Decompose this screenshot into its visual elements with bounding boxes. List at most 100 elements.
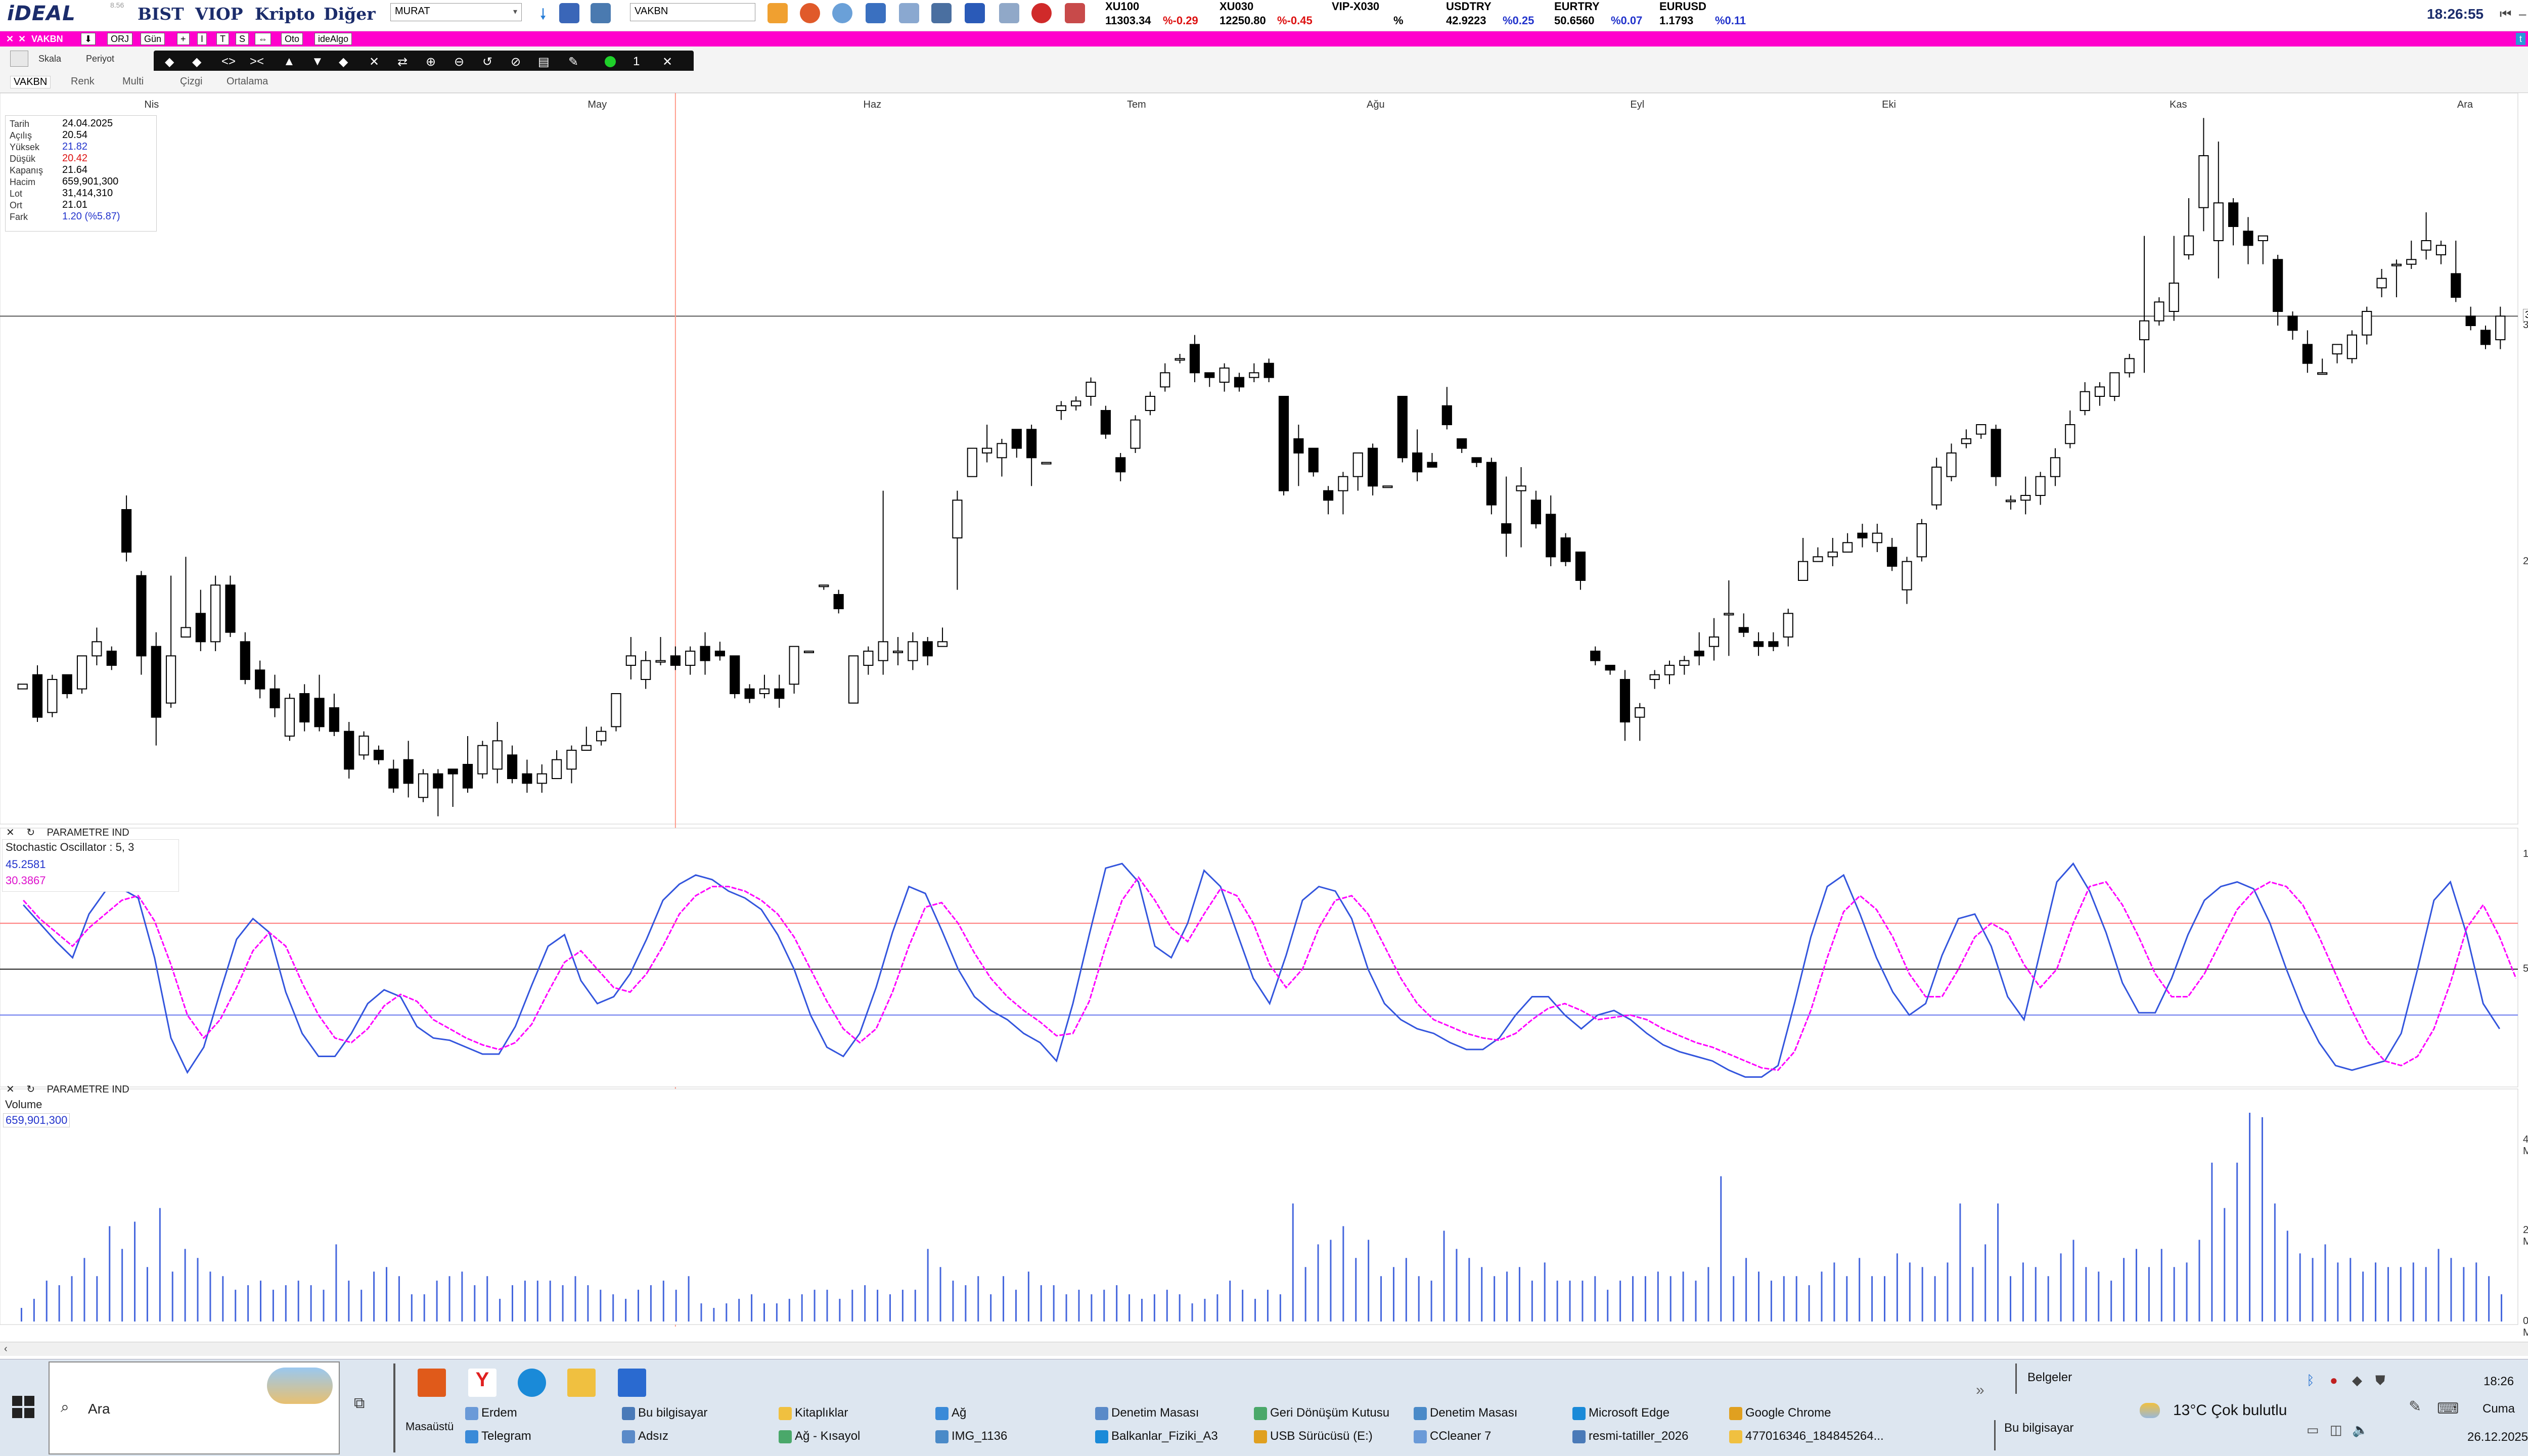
ideal-app-icon[interactable] <box>418 1369 446 1397</box>
taskbar-shortcut[interactable]: Telegram <box>465 1429 617 1445</box>
task-view-icon[interactable]: ⧉ <box>354 1395 365 1412</box>
down-icon[interactable]: ▼ <box>311 55 324 69</box>
symbol-label[interactable]: VAKBN <box>28 33 66 45</box>
belgeler-toolbar[interactable]: Belgeler <box>2027 1371 2072 1385</box>
btn-gun[interactable]: Gün <box>141 33 165 45</box>
refresh-icon[interactable]: ✕ <box>15 33 29 45</box>
tray-icon[interactable]: ◆ <box>2352 1373 2362 1388</box>
trash-icon[interactable]: ▤ <box>538 55 550 69</box>
menu-viop[interactable]: VIOP <box>195 4 243 24</box>
yandex-icon[interactable]: Y <box>468 1369 496 1397</box>
bluetooth-icon[interactable]: ᛒ <box>2307 1373 2315 1388</box>
line-chart-icon[interactable] <box>899 3 919 23</box>
taskbar-shortcut[interactable]: Ağ <box>935 1406 1087 1422</box>
taskbar-shortcut[interactable]: CCleaner 7 <box>1414 1429 1565 1445</box>
tools-icon[interactable] <box>1065 3 1085 23</box>
volume-header-text[interactable]: PARAMETRE IND <box>47 1084 129 1095</box>
desktop-label[interactable]: Masaüstü <box>405 1420 454 1433</box>
close-icon[interactable]: ✕ <box>662 55 672 69</box>
taskbar-shortcut[interactable]: Erdem <box>465 1406 617 1422</box>
opt-cizgi[interactable]: Çizgi <box>180 76 202 87</box>
taskbar-shortcut[interactable]: resmi-tatiller_2026 <box>1572 1429 1724 1445</box>
taskbar-search[interactable]: ⌕ Ara <box>49 1361 340 1454</box>
taskbar-shortcut[interactable]: Google Chrome <box>1729 1406 1881 1422</box>
up-icon[interactable]: ▲ <box>283 55 295 69</box>
pie-chart-icon[interactable] <box>800 3 820 23</box>
pen-icon[interactable]: ✎ <box>568 55 578 69</box>
arrow-right-icon[interactable]: ◆ <box>192 55 201 69</box>
book-icon[interactable] <box>965 3 985 23</box>
stoch-header-text[interactable]: PARAMETRE IND <box>47 827 129 838</box>
collapse-icon[interactable]: >< <box>250 55 264 69</box>
print-icon[interactable] <box>10 51 28 67</box>
opt-multi[interactable]: Multi <box>122 76 144 87</box>
back-icon[interactable]: ⏮ <box>2500 6 2511 22</box>
zoom-in-icon[interactable]: ⊕ <box>426 55 436 69</box>
taskbar-date[interactable]: 26.12.2025 <box>2467 1430 2528 1444</box>
taskbar-time[interactable]: 18:26 <box>2484 1375 2514 1389</box>
menu-kripto[interactable]: Kripto <box>255 4 315 24</box>
taskbar-shortcut[interactable]: Denetim Masası <box>1414 1406 1565 1422</box>
zoom-out-icon[interactable]: ⊖ <box>454 55 464 69</box>
taskbar-day[interactable]: Cuma <box>2482 1402 2515 1416</box>
table-icon[interactable] <box>866 3 886 23</box>
download-icon[interactable]: 🠗 <box>533 3 553 23</box>
expand-icon[interactable]: <> <box>221 55 236 69</box>
menu-bist[interactable]: BIST <box>138 4 184 24</box>
btn-i[interactable]: I <box>197 33 207 45</box>
photos-icon[interactable] <box>618 1369 646 1397</box>
security-icon[interactable]: ⛊ <box>2375 1373 2385 1389</box>
refresh-icon[interactable]: ↻ <box>26 827 35 838</box>
monitor-icon[interactable] <box>591 3 611 23</box>
taskbar-shortcut[interactable]: Denetim Masası <box>1095 1406 1247 1422</box>
close-icon[interactable]: ✕ <box>6 1084 15 1095</box>
scroll-left-icon[interactable]: ‹ <box>4 1343 8 1355</box>
arrow-left-icon[interactable]: ◆ <box>165 55 174 69</box>
refresh-icon[interactable]: ↻ <box>26 1084 35 1095</box>
taskbar-shortcut[interactable]: Balkanlar_Fiziki_A3 <box>1095 1429 1247 1445</box>
minimize-button[interactable]: – <box>2519 6 2526 22</box>
weather-text[interactable]: 13°C Çok bulutlu <box>2173 1402 2287 1419</box>
opt-periyot[interactable]: Periyot <box>86 54 114 64</box>
btn-t[interactable]: T <box>216 33 229 45</box>
twitter-icon[interactable]: t <box>2516 33 2526 45</box>
link-icon[interactable]: ⇔ <box>255 33 271 45</box>
horizontal-scrollbar[interactable]: ‹ › <box>0 1342 2528 1356</box>
bu-bilgisayar-toolbar[interactable]: Bu bilgisayar <box>2004 1421 2073 1435</box>
search-icon[interactable] <box>832 3 852 23</box>
close-icon[interactable]: ✕ <box>6 827 15 838</box>
folder-icon[interactable] <box>768 3 788 23</box>
pen-icon[interactable]: ✎ <box>2409 1398 2421 1416</box>
taskbar-shortcut[interactable]: Geri Dönüşüm Kutusu <box>1254 1406 1406 1422</box>
user-combo[interactable]: MURAT ▾ <box>390 3 522 21</box>
cube-icon[interactable] <box>999 3 1019 23</box>
taskbar-shortcut[interactable]: Kitaplıklar <box>779 1406 930 1422</box>
edge-icon[interactable] <box>518 1369 546 1397</box>
network-icon[interactable]: ▭ <box>2307 1422 2319 1438</box>
wifi-icon[interactable]: ◫ <box>2330 1422 2342 1438</box>
keyboard-icon[interactable]: ⌨ <box>2437 1400 2459 1418</box>
taskbar-shortcut[interactable]: 477016346_184845264... <box>1729 1429 1884 1445</box>
btn-idealgo[interactable]: ideAlgo <box>314 33 352 45</box>
arrow-down-icon[interactable]: ⬇ <box>81 33 96 45</box>
block-icon[interactable]: ⊘ <box>511 55 521 69</box>
opt-ortalama[interactable]: Ortalama <box>227 76 268 87</box>
color-dot-icon[interactable] <box>605 56 616 67</box>
menu-diger[interactable]: Diğer <box>324 4 376 24</box>
save-icon[interactable] <box>559 3 579 23</box>
opt-renk[interactable]: Renk <box>71 76 95 87</box>
taskbar-shortcut[interactable]: IMG_1136 <box>935 1429 1087 1445</box>
btn-orj[interactable]: ORJ <box>107 33 132 45</box>
tab-vakbn[interactable]: VAKBN <box>10 76 51 88</box>
swap-icon[interactable]: ⇄ <box>397 55 408 69</box>
diamond-icon[interactable]: ◆ <box>339 55 348 69</box>
bug-icon[interactable] <box>1031 3 1052 23</box>
volume-icon[interactable]: 🔈 <box>2352 1422 2368 1438</box>
chevron-icon[interactable]: » <box>1976 1382 1984 1399</box>
opt-skala[interactable]: Skala <box>38 54 61 64</box>
btn-s[interactable]: S <box>236 33 249 45</box>
chart-canvas[interactable] <box>0 93 2528 1347</box>
windows-start-icon[interactable] <box>12 1396 34 1418</box>
taskbar-shortcut[interactable]: Ağ - Kısayol <box>779 1429 930 1445</box>
refresh-icon[interactable]: ↺ <box>482 55 492 69</box>
